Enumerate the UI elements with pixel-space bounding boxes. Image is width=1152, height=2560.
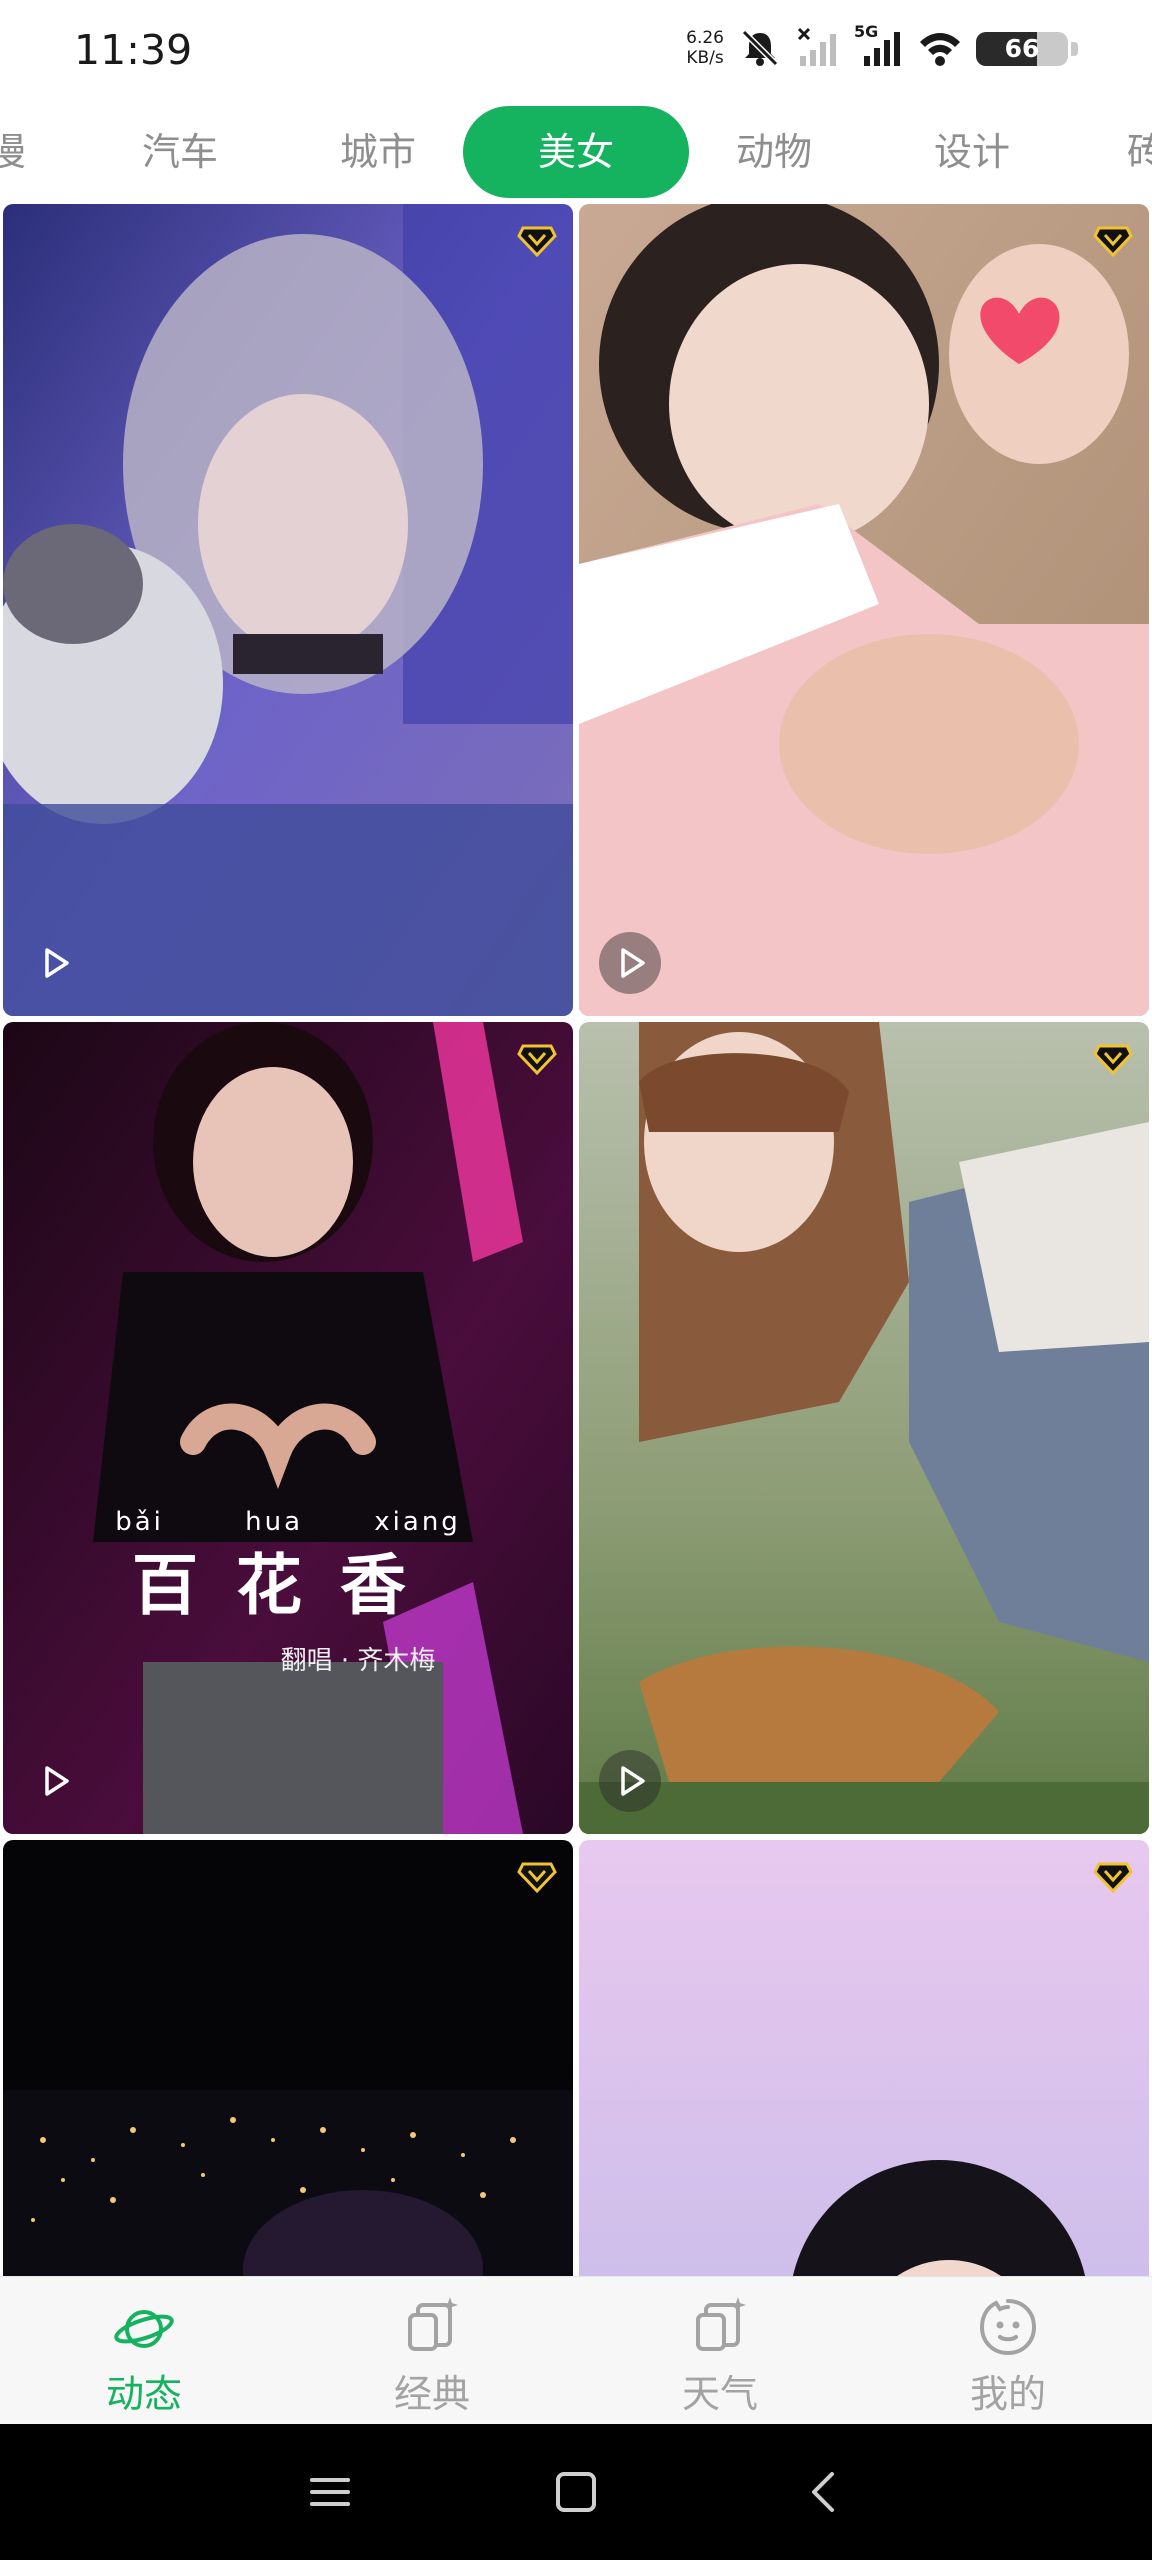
play-button[interactable] [599,932,661,994]
wallpaper-sparkle-icon [696,2297,746,2351]
wifi-icon [920,33,960,66]
wallpaper-thumbnail [3,1840,573,2276]
sim1-no-signal-icon [797,27,836,66]
wallpaper-card-6[interactable] [579,1840,1149,2276]
wallpaper-card-4[interactable] [579,1022,1149,1834]
caption-title: 百花香 [132,1546,444,1624]
vip-diamond-icon [517,226,557,258]
network-speed-unit: KB/s [686,48,724,68]
home-icon[interactable] [546,2462,606,2522]
play-button[interactable] [23,932,85,994]
nav-label: 动态 [105,2372,182,2416]
status-icons: 6.26 KB/s 5G 66 [686,22,1082,70]
sim2-signal: 5G [854,22,904,70]
tab-animal[interactable]: 动物 [694,106,854,198]
nav-item-classic[interactable]: 经典 [288,2277,576,2425]
status-time: 11:39 [74,26,193,74]
menu-icon[interactable] [300,2462,360,2522]
caption-credit: 翻唱 · 齐木梅 [280,1646,436,1676]
vip-diamond-icon [1093,1862,1133,1894]
network-speed: 6.26 KB/s [686,28,724,68]
bottom-navigation: 动态 经典 天气 我的 [0,2276,1152,2425]
wallpaper-thumbnail [579,1022,1149,1834]
play-icon [621,948,645,978]
battery-level: 66 [1004,34,1040,63]
tab-car[interactable]: 汽车 [100,106,260,198]
planet-icon [114,2310,174,2348]
wallpaper-grid: bǎi hua xiang 百花香 翻唱 · 齐木梅 [0,200,1152,2276]
play-button[interactable] [23,1750,85,1812]
wallpaper-card-1[interactable] [3,204,573,1016]
tab-city[interactable]: 城市 [298,106,458,198]
wallpaper-card-3[interactable]: bǎi hua xiang 百花香 翻唱 · 齐木梅 [3,1022,573,1834]
wallpaper-card-5[interactable] [3,1840,573,2276]
wallpaper-sparkle-icon [408,2297,458,2351]
tab-design[interactable]: 设计 [892,106,1052,198]
wallpaper-thumbnail [579,204,1149,1016]
play-button[interactable] [599,1750,661,1812]
wallpaper-card-2[interactable] [579,204,1149,1016]
status-bar: 11:39 6.26 KB/s 5G 66 [0,0,1152,105]
play-icon [45,1766,69,1796]
nav-item-weather[interactable]: 天气 [576,2277,864,2425]
sim2-signal-icon [864,32,900,66]
nav-label: 经典 [393,2372,470,2416]
wallpaper-thumbnail [579,1840,1149,2276]
system-navigation-bar [0,2424,1152,2560]
smiley-face-icon [979,2299,1037,2356]
wallpaper-thumbnail [3,204,573,1016]
battery-icon: 66 [976,26,1082,70]
wallpaper-thumbnail [3,1022,573,1834]
vip-diamond-icon [1093,226,1133,258]
vip-diamond-icon [517,1862,557,1894]
nav-label: 我的 [969,2372,1046,2416]
vip-diamond-icon [517,1044,557,1076]
play-icon [45,948,69,978]
vip-diamond-icon [1093,1044,1133,1076]
bell-muted-icon [741,29,779,67]
nav-item-dynamic[interactable]: 动态 [0,2277,288,2425]
nav-item-mine[interactable]: 我的 [864,2277,1152,2425]
back-icon[interactable] [794,2462,854,2522]
tab-partial-left[interactable]: 漫 [0,106,32,198]
nav-label: 天气 [681,2372,758,2416]
tab-beauty[interactable]: 美女 [463,106,689,198]
network-speed-value: 6.26 [686,28,724,48]
category-tabs: 漫 汽车 城市 美女 动物 设计 砖 [0,106,1152,198]
tab-partial-right[interactable]: 砖 [1116,106,1152,198]
play-icon [621,1766,645,1796]
